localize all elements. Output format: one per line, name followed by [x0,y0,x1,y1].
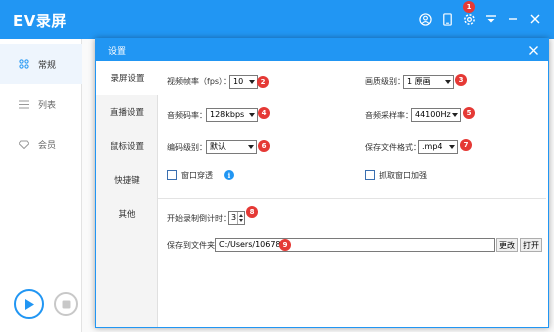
play-icon [25,298,34,310]
audio-bitrate-label: 音频码率： [167,111,207,120]
encode-level-value: 默认 [210,142,226,151]
quality-label: 画质级别： [365,77,405,86]
encode-level-select[interactable]: 默认 [206,140,257,154]
diamond-icon [18,138,30,150]
chevron-down-icon [445,80,451,84]
file-format-label: 保存文件格式： [365,143,421,152]
change-folder-button[interactable]: 更改 [496,238,518,252]
list-icon [18,98,30,110]
close-icon[interactable] [524,8,546,30]
settings-dialog: 设置 录屏设置 直播设置 鼠标设置 快捷键 其他 视频帧率（fps）： 10 2… [95,38,549,328]
recording-controls [0,280,82,332]
record-settings-panel: 视频帧率（fps）： 10 2 画质级别： 1 原画 3 音频码率： 128kb… [158,61,548,327]
marker-3: 3 [455,74,467,86]
notification-badge: 1 [463,1,475,13]
nav-hotkeys[interactable]: 快捷键 [96,163,158,197]
sidebar-item-label: 常规 [38,60,57,71]
title-bar-icons: 1 [414,1,546,30]
chevron-down-icon [248,145,254,149]
window-pass-checkbox[interactable] [167,170,177,180]
stepper-arrows-icon[interactable] [237,212,244,224]
marker-4: 4 [258,107,270,119]
sidebar-item-list[interactable]: 列表 [0,84,82,124]
capture-enhance-label: 抓取窗口加强 [379,171,427,180]
start-record-button[interactable] [14,289,44,319]
stop-icon [62,300,70,308]
sample-rate-select[interactable]: 44100Hz [411,108,461,122]
sample-rate-value: 44100Hz [415,110,451,119]
nav-other[interactable]: 其他 [96,197,158,231]
settings-gear-icon[interactable]: 1 [458,1,480,30]
grid-icon [18,58,30,70]
marker-6: 6 [258,140,270,152]
video-fps-select[interactable]: 10 [229,75,258,89]
main-sidebar: 常规 列表 会员 [0,39,82,332]
save-folder-path-value: C:/Users/10678 [219,240,281,249]
countdown-label: 开始录制倒计时： [167,214,231,223]
settings-nav: 录屏设置 直播设置 鼠标设置 快捷键 其他 [96,61,159,327]
section-divider [158,198,546,199]
sidebar-item-general[interactable]: 常规 [0,44,82,84]
dialog-close-button[interactable] [526,43,540,57]
audio-bitrate-value: 128kbps [210,110,245,119]
dialog-title: 设置 [108,47,127,57]
video-fps-value: 10 [233,77,244,86]
capture-enhance-checkbox[interactable] [365,170,375,180]
chevron-down-icon [449,145,455,149]
sidebar-item-label: 会员 [38,140,57,151]
marker-5: 5 [463,107,475,119]
save-folder-path-input[interactable]: C:/Users/10678 [215,238,495,252]
user-icon[interactable] [414,8,436,30]
quality-select[interactable]: 1 原画 [403,75,454,89]
chevron-down-icon [249,113,255,117]
file-format-select[interactable]: .mp4 [418,140,458,154]
open-folder-button[interactable]: 打开 [520,238,542,252]
nav-record-settings[interactable]: 录屏设置 [96,61,159,95]
dialog-header: 设置 [96,39,548,61]
sidebar-item-member[interactable]: 会员 [0,124,82,164]
marker-7: 7 [460,139,472,151]
nav-live-settings[interactable]: 直播设置 [96,95,158,129]
marker-8: 8 [246,206,258,218]
file-format-value: .mp4 [422,142,443,151]
minimize-icon[interactable] [502,8,524,30]
chevron-down-icon [249,80,255,84]
app-title: EV录屏 [13,12,67,30]
countdown-stepper[interactable]: 3 [228,211,245,225]
menu-dropdown-icon[interactable] [480,8,502,30]
countdown-value: 3 [231,213,237,222]
sample-rate-label: 音频采样率： [365,111,413,120]
close-icon [528,45,538,55]
info-icon[interactable]: i [224,170,234,180]
encode-level-label: 编码级别： [167,143,207,152]
sidebar-item-label: 列表 [38,100,57,111]
quality-value: 1 原画 [407,77,431,86]
title-bar: EV录屏 1 [0,0,554,39]
audio-bitrate-select[interactable]: 128kbps [206,108,258,122]
phone-icon[interactable] [436,8,458,30]
video-fps-label: 视频帧率（fps）： [167,77,232,86]
chevron-down-icon [452,113,458,117]
marker-9: 9 [279,239,291,251]
window-pass-label: 窗口穿透 [181,171,213,180]
nav-mouse-settings[interactable]: 鼠标设置 [96,129,158,163]
marker-2: 2 [257,76,269,88]
stop-record-button[interactable] [54,292,78,316]
